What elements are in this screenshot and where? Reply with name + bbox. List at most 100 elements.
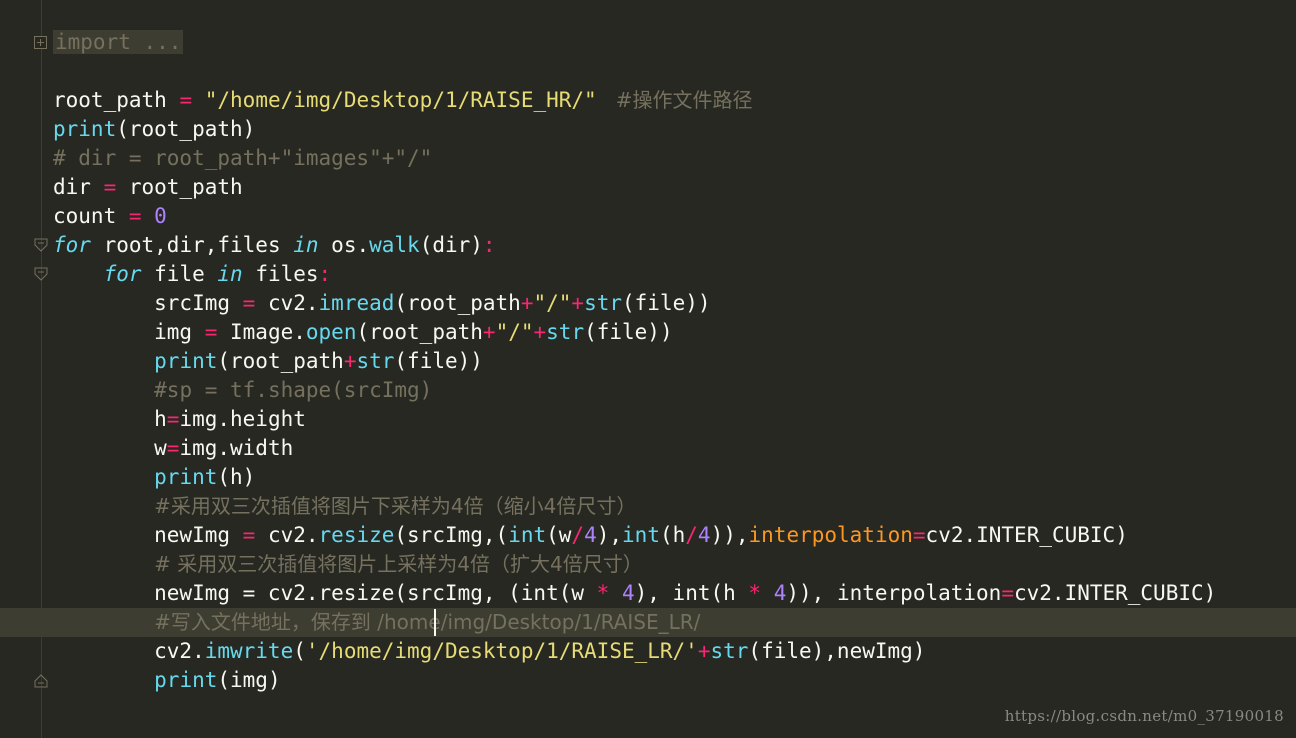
code-token: print bbox=[154, 668, 218, 692]
code-token: imread bbox=[318, 291, 395, 315]
fold-expand-icon[interactable] bbox=[34, 36, 47, 49]
code-token: 4 bbox=[621, 581, 635, 605]
code-token: )), bbox=[710, 523, 749, 547]
code-line-17[interactable]: newImg = cv2.resize(srcImg,(int(w/4),int… bbox=[53, 521, 1128, 550]
code-token: / bbox=[685, 523, 698, 547]
fold-end-icon[interactable] bbox=[34, 674, 48, 688]
code-token: = bbox=[128, 204, 142, 228]
code-line-10[interactable]: img = Image.open(root_path+"/"+str(file)… bbox=[53, 318, 672, 347]
code-line-8[interactable]: for file in files: bbox=[53, 260, 332, 289]
code-token: = bbox=[179, 88, 193, 112]
code-token: cv2.INTER_CUBIC) bbox=[1013, 581, 1217, 605]
code-token: print bbox=[154, 465, 218, 489]
code-token: (img) bbox=[217, 668, 281, 692]
code-line-12[interactable]: #sp = tf.shape(srcImg) bbox=[53, 376, 432, 405]
code-line-7[interactable]: for root,dir,files in os.walk(dir): bbox=[53, 231, 496, 260]
code-token: walk bbox=[369, 233, 420, 257]
code-token: ), bbox=[596, 523, 623, 547]
code-token: str bbox=[356, 349, 395, 373]
code-comment: #采用双三次插值将图片下采样为4倍（缩小4倍尺寸） bbox=[154, 494, 637, 518]
code-token: root,dir,files bbox=[90, 233, 294, 257]
code-token: srcImg bbox=[53, 291, 243, 315]
code-token: count bbox=[53, 204, 129, 228]
code-token: = bbox=[1001, 581, 1014, 605]
code-comment: #写入文件地址，保存到 /home/img/Desktop/1/RAISE_LR… bbox=[154, 610, 701, 634]
code-line-11[interactable]: print(root_path+str(file)) bbox=[53, 347, 483, 376]
code-token: 4 bbox=[773, 581, 787, 605]
code-comment: #sp = tf.shape(srcImg) bbox=[154, 378, 433, 402]
code-token: cv2.INTER_CUBIC) bbox=[925, 523, 1128, 547]
code-token: : bbox=[318, 262, 332, 286]
code-editor[interactable]: import ... root_path = "/home/img/Deskto… bbox=[0, 0, 1296, 738]
code-line-2[interactable]: root_path = "/home/img/Desktop/1/RAISE_H… bbox=[53, 86, 753, 115]
code-line-20[interactable]: #写入文件地址，保存到 /home/img/Desktop/1/RAISE_LR… bbox=[53, 608, 700, 637]
code-token: img.width bbox=[179, 436, 294, 460]
fold-collapse-icon[interactable] bbox=[34, 267, 48, 281]
code-token: (h bbox=[659, 523, 686, 547]
code-token: img bbox=[53, 320, 205, 344]
code-comment: #操作文件路径 bbox=[596, 88, 753, 112]
folded-imports[interactable]: import ... bbox=[53, 30, 184, 54]
code-token: = bbox=[912, 523, 926, 547]
code-token: for bbox=[53, 233, 91, 257]
code-line-15[interactable]: print(h) bbox=[53, 463, 255, 492]
code-line-14[interactable]: w=img.width bbox=[53, 434, 293, 463]
code-token: root_path bbox=[116, 175, 243, 199]
code-token: / bbox=[571, 523, 585, 547]
code-line-16[interactable]: #采用双三次插值将图片下采样为4倍（缩小4倍尺寸） bbox=[53, 492, 636, 521]
code-token: "/" bbox=[533, 291, 572, 315]
code-token: in bbox=[293, 233, 319, 257]
code-token: (root_path bbox=[217, 349, 344, 373]
code-comment: # dir = root_path+"images"+"/" bbox=[53, 146, 433, 170]
code-line-21[interactable]: cv2.imwrite('/home/img/Desktop/1/RAISE_L… bbox=[53, 637, 925, 666]
code-line-13[interactable]: h=img.height bbox=[53, 405, 306, 434]
code-token: in bbox=[217, 262, 243, 286]
code-token: + bbox=[520, 291, 534, 315]
code-line-22[interactable]: print(img) bbox=[53, 666, 281, 695]
code-token: (file),newImg) bbox=[748, 639, 926, 663]
code-line-1[interactable]: import ... bbox=[53, 28, 184, 57]
code-token: = bbox=[204, 320, 218, 344]
code-token: (root_path) bbox=[116, 117, 256, 141]
code-token: int bbox=[508, 523, 547, 547]
code-line-4[interactable]: # dir = root_path+"images"+"/" bbox=[53, 144, 432, 173]
watermark: https://blog.csdn.net/m0_37190018 bbox=[1004, 707, 1284, 725]
code-token: os. bbox=[318, 233, 370, 257]
code-token: w bbox=[53, 436, 167, 460]
code-token: str bbox=[584, 291, 623, 315]
fold-collapse-icon[interactable] bbox=[34, 238, 48, 252]
code-token: ), int(h bbox=[634, 581, 749, 605]
code-token: print bbox=[53, 117, 117, 141]
code-line-6[interactable]: count = 0 bbox=[53, 202, 167, 231]
code-token: 0 bbox=[154, 204, 167, 228]
code-token: file bbox=[141, 262, 218, 286]
code-token: open bbox=[305, 320, 357, 344]
code-line-19[interactable]: newImg = cv2.resize(srcImg, (int(w * 4),… bbox=[53, 579, 1216, 608]
code-token: (file)) bbox=[622, 291, 711, 315]
code-token: + bbox=[533, 320, 547, 344]
code-token: newImg bbox=[53, 523, 243, 547]
code-token: str bbox=[710, 639, 749, 663]
code-token: int bbox=[622, 523, 660, 547]
text-caret bbox=[434, 609, 436, 636]
code-line-18[interactable]: # 采用双三次插值将图片上采样为4倍（扩大4倍尺寸） bbox=[53, 550, 643, 579]
code-token: + bbox=[343, 349, 357, 373]
code-token: 4 bbox=[584, 523, 597, 547]
code-token: : bbox=[482, 233, 496, 257]
code-token: '/home/img/Desktop/1/RAISE_LR/' bbox=[305, 639, 698, 663]
code-comment: # 采用双三次插值将图片上采样为4倍（扩大4倍尺寸） bbox=[154, 552, 643, 576]
code-token: * bbox=[748, 581, 762, 605]
code-token: imwrite bbox=[204, 639, 294, 663]
code-line-5[interactable]: dir = root_path bbox=[53, 173, 243, 202]
code-line-9[interactable]: srcImg = cv2.imread(root_path+"/"+str(fi… bbox=[53, 289, 711, 318]
code-line-3[interactable]: print(root_path) bbox=[53, 115, 255, 144]
code-token: newImg = cv2.resize(srcImg, (int(w bbox=[53, 581, 597, 605]
code-token: print bbox=[154, 349, 218, 373]
